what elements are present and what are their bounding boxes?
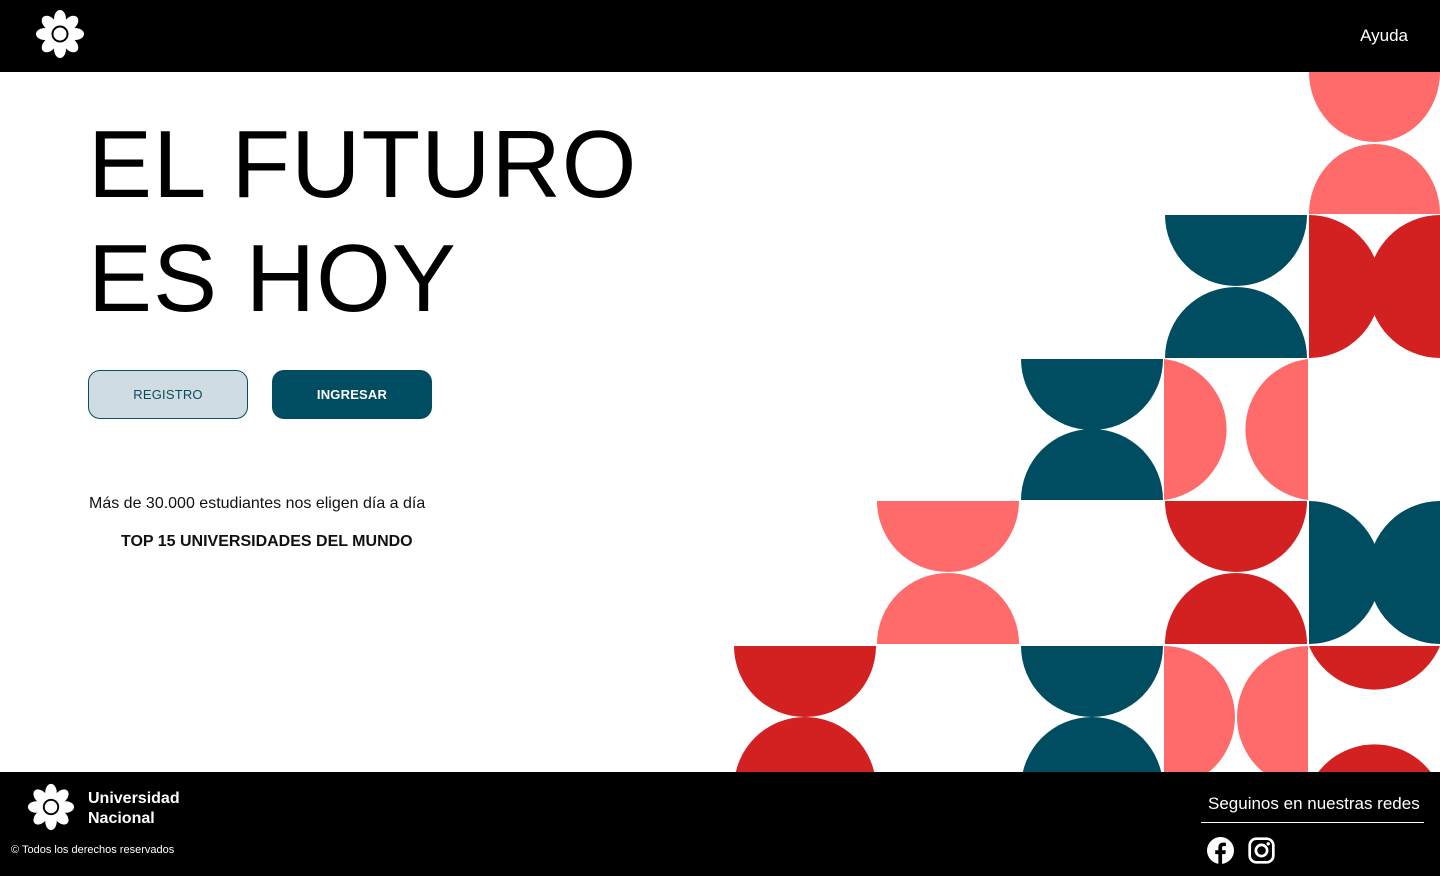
university-name: Universidad Nacional <box>88 789 208 829</box>
pattern-half-circle <box>1368 501 1440 644</box>
pattern-half-circle <box>1165 287 1307 358</box>
facebook-icon[interactable] <box>1207 837 1234 864</box>
pattern-half-circle <box>1318 744 1431 772</box>
login-button[interactable]: INGRESAR <box>272 370 432 419</box>
hero-title-line: EL FUTURO <box>88 111 638 218</box>
footer: Universidad Nacional © Todos los derecho… <box>0 772 1440 876</box>
university-name-line: Nacional <box>88 810 155 827</box>
flower-logo-icon[interactable] <box>34 8 86 60</box>
help-link[interactable]: Ayuda <box>1360 26 1408 46</box>
pattern-half-circle <box>877 501 1019 572</box>
copyright-text: © Todos los derechos reservados <box>11 844 175 856</box>
pattern-half-circle <box>735 717 875 772</box>
hero-title: EL FUTURO ES HOY <box>88 108 637 336</box>
instagram-icon[interactable] <box>1248 837 1275 864</box>
hero-title-line: ES HOY <box>88 225 457 332</box>
pattern-half-circle <box>1368 215 1440 358</box>
students-stat-text: Más de 30.000 estudiantes nos eligen día… <box>89 495 426 512</box>
pattern-half-circle <box>877 573 1019 644</box>
pattern-half-circle <box>1165 573 1307 644</box>
flower-logo-icon <box>27 783 75 831</box>
top-navbar: Ayuda <box>0 0 1440 72</box>
follow-us-label: Seguinos en nuestras redes <box>1201 794 1424 823</box>
pattern-half-circle <box>1245 359 1308 500</box>
pattern-half-circle <box>734 646 876 717</box>
pattern-half-circle <box>1021 646 1163 717</box>
pattern-half-circle <box>1165 501 1307 572</box>
pattern-half-circle <box>1021 359 1163 430</box>
pattern-half-circle <box>1022 717 1162 772</box>
pattern-half-circle <box>1164 359 1227 500</box>
pattern-half-circle <box>1165 215 1307 286</box>
pattern-half-circle <box>1309 72 1440 142</box>
pattern-half-circle <box>1309 144 1440 214</box>
pattern-half-circle <box>1237 646 1308 772</box>
pattern-half-circle <box>1021 429 1163 500</box>
register-button[interactable]: REGISTRO <box>88 370 248 419</box>
university-name-line: Universidad <box>88 790 180 807</box>
pattern-half-circle <box>1164 646 1235 772</box>
ranking-text: TOP 15 UNIVERSIDADES DEL MUNDO <box>121 533 413 550</box>
pattern-half-circle <box>1309 646 1440 690</box>
